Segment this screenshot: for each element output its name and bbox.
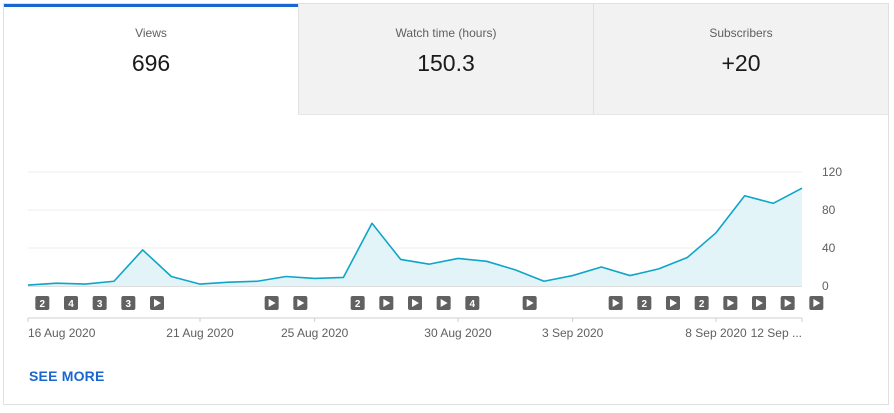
x-tick-label: 16 Aug 2020 — [28, 326, 96, 340]
views-area — [28, 188, 802, 286]
marker-count: 3 — [126, 299, 132, 310]
x-tick-label: 30 Aug 2020 — [424, 326, 492, 340]
x-tick-label: 25 Aug 2020 — [281, 326, 349, 340]
y-tick-label: 40 — [822, 241, 836, 255]
marker-count: 2 — [40, 299, 46, 310]
tab-subscribers[interactable]: Subscribers +20 — [594, 4, 888, 115]
marker-count: 2 — [355, 299, 361, 310]
y-tick-label: 120 — [822, 165, 842, 179]
x-tick-label: 21 Aug 2020 — [166, 326, 234, 340]
views-chart: 0 40 80 120 2 4 3 3 2 4 2 2 16 Aug 2020 21 Aug 2020 25… — [27, 165, 842, 340]
tab-value: 696 — [131, 50, 171, 76]
marker-count: 2 — [699, 299, 705, 310]
marker-count: 4 — [470, 299, 476, 310]
x-tick-label: 3 Sep 2020 — [542, 326, 604, 340]
marker-count: 3 — [97, 299, 103, 310]
y-tick-label: 0 — [822, 279, 829, 293]
x-tick-label: 12 Sep ... — [751, 326, 802, 340]
marker-count: 2 — [642, 299, 648, 310]
x-tick-label: 8 Sep 2020 — [685, 326, 747, 340]
tab-value: 150.3 — [417, 50, 475, 76]
tab-watch-time[interactable]: Watch time (hours) 150.3 — [299, 4, 594, 115]
tab-label: Watch time (hours) — [395, 26, 497, 40]
see-more-link[interactable]: SEE MORE — [29, 368, 105, 384]
tab-views[interactable]: Views 696 — [4, 4, 299, 115]
analytics-card: Views 696 Watch time (hours) 150.3 Subsc… — [3, 3, 889, 405]
tab-label: Subscribers — [709, 26, 773, 40]
y-tick-label: 80 — [822, 203, 836, 217]
metric-tabs: Views 696 Watch time (hours) 150.3 Subsc… — [4, 4, 888, 115]
tab-value: +20 — [721, 50, 761, 76]
marker-count: 4 — [68, 299, 74, 310]
tab-label: Views — [135, 26, 167, 40]
